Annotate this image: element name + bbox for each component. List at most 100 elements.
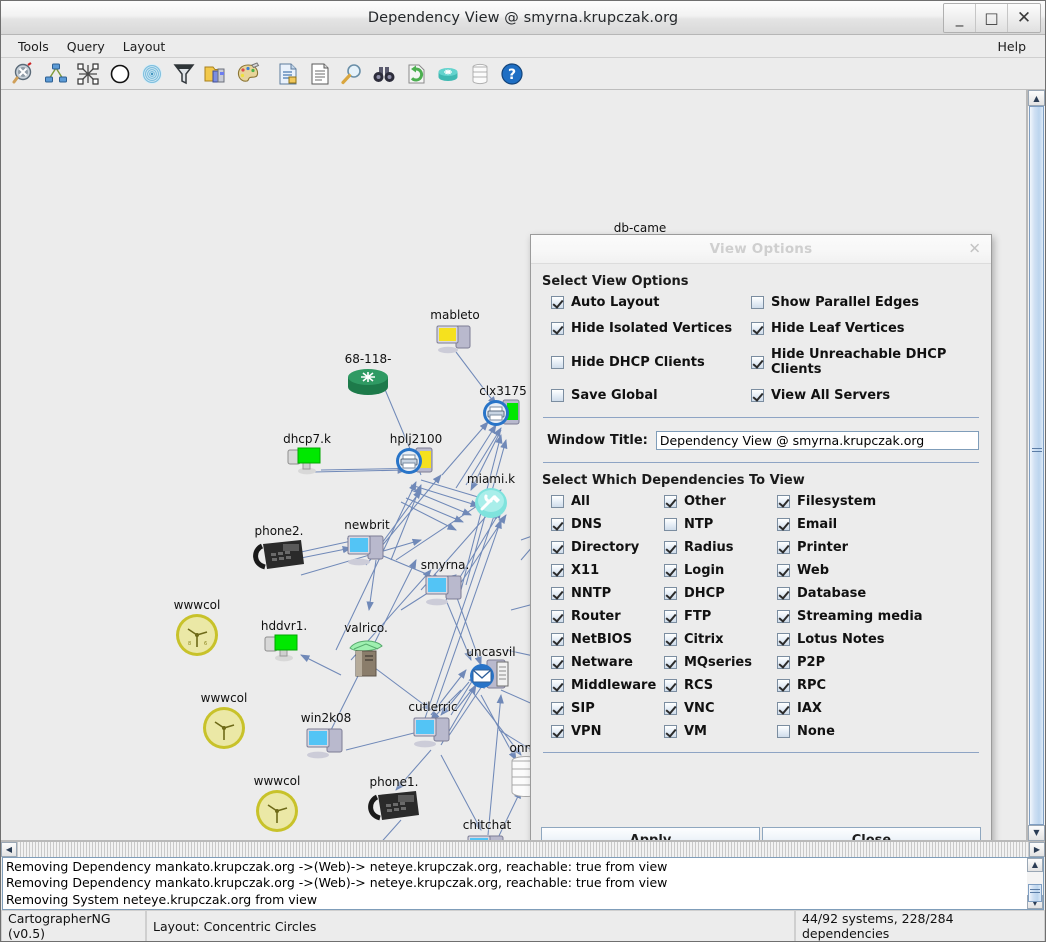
report-icon[interactable]	[273, 60, 303, 88]
checkbox-box[interactable]	[551, 564, 564, 577]
graph-node[interactable]: wwwcol	[254, 788, 300, 838]
document-icon[interactable]	[305, 60, 335, 88]
checkbox-box[interactable]	[777, 656, 790, 669]
checkbox-box[interactable]	[664, 633, 677, 646]
graph-node[interactable]: hddvr1.	[262, 633, 306, 667]
menu-layout[interactable]: Layout	[114, 37, 175, 56]
scroll-down-icon[interactable]: ▼	[1028, 825, 1045, 841]
checkbox-box[interactable]	[777, 495, 790, 508]
checkbox-box[interactable]	[751, 322, 764, 335]
checkbox-box[interactable]	[551, 356, 564, 369]
graph-node[interactable]: wwwcol	[201, 705, 247, 755]
checkbox-printer[interactable]: Printer	[777, 540, 981, 555]
checkbox-p2p[interactable]: P2P	[777, 655, 981, 670]
checkbox-email[interactable]: Email	[777, 517, 981, 532]
checkbox-vnc[interactable]: VNC	[664, 701, 777, 716]
close-button[interactable]: ✕	[1008, 4, 1040, 32]
checkbox-box[interactable]	[551, 587, 564, 600]
checkbox-box[interactable]	[777, 587, 790, 600]
graph-node[interactable]: newbrit	[345, 532, 389, 572]
checkbox-none[interactable]: None	[777, 724, 981, 739]
checkbox-filesystem[interactable]: Filesystem	[777, 494, 981, 509]
apply-button[interactable]: Apply	[541, 827, 760, 841]
checkbox-box[interactable]	[777, 541, 790, 554]
binoculars-icon[interactable]	[369, 60, 399, 88]
checkbox-box[interactable]	[751, 356, 764, 369]
checkbox-hide-unreachable-dhcp-clients[interactable]: Hide Unreachable DHCP Clients	[751, 347, 981, 377]
scroll-track-horizontal[interactable]	[17, 842, 1029, 857]
checkbox-box[interactable]	[664, 518, 677, 531]
checkbox-save-global[interactable]: Save Global	[551, 388, 751, 403]
refresh-page-icon[interactable]	[401, 60, 431, 88]
palette-icon[interactable]	[233, 60, 263, 88]
checkbox-web[interactable]: Web	[777, 563, 981, 578]
checkbox-box[interactable]	[664, 587, 677, 600]
checkbox-database[interactable]: Database	[777, 586, 981, 601]
checkbox-box[interactable]	[551, 296, 564, 309]
graph-node[interactable]: hplj2100	[394, 446, 438, 482]
checkbox-box[interactable]	[777, 610, 790, 623]
log-scroll-up-icon[interactable]: ▲	[1027, 858, 1043, 872]
window-title-input[interactable]	[656, 431, 979, 450]
layout-grid-icon[interactable]	[73, 60, 103, 88]
checkbox-streaming-media[interactable]: Streaming media	[777, 609, 981, 624]
graph-node[interactable]: dhcp7.k	[285, 446, 329, 480]
scroll-up-icon[interactable]: ▲	[1028, 90, 1045, 106]
checkbox-box[interactable]	[551, 495, 564, 508]
checkbox-box[interactable]	[664, 679, 677, 692]
log-panel[interactable]: Removing Dependency mankato.krupczak.org…	[2, 857, 1044, 911]
discover-icon[interactable]	[9, 60, 39, 88]
checkbox-view-all-servers[interactable]: View All Servers	[751, 388, 981, 403]
checkbox-hide-isolated-vertices[interactable]: Hide Isolated Vertices	[551, 321, 751, 336]
checkbox-box[interactable]	[751, 296, 764, 309]
checkbox-box[interactable]	[551, 656, 564, 669]
graph-node[interactable]: cutlerric	[411, 714, 455, 754]
graph-node[interactable]: clx3175	[481, 398, 525, 434]
canvas-vertical-scrollbar[interactable]: ▲ ▼	[1027, 90, 1045, 841]
checkbox-directory[interactable]: Directory	[551, 540, 664, 555]
checkbox-box[interactable]	[777, 633, 790, 646]
log-scroll-thumb[interactable]	[1028, 884, 1042, 902]
folder-data-icon[interactable]	[201, 60, 231, 88]
graph-node[interactable]: miami.k	[473, 486, 509, 524]
view-options-dialog[interactable]: View Options ✕ Select View Options Auto …	[530, 234, 992, 841]
checkbox-box[interactable]	[551, 679, 564, 692]
checkbox-box[interactable]	[551, 518, 564, 531]
checkbox-auto-layout[interactable]: Auto Layout	[551, 295, 751, 310]
graph-node[interactable]: phone2.	[251, 538, 307, 578]
minimize-button[interactable]: _	[944, 4, 976, 32]
checkbox-box[interactable]	[551, 725, 564, 738]
checkbox-box[interactable]	[664, 725, 677, 738]
checkbox-box[interactable]	[777, 518, 790, 531]
help-icon[interactable]: ?	[497, 60, 527, 88]
checkbox-radius[interactable]: Radius	[664, 540, 777, 555]
dialog-close-icon[interactable]: ✕	[968, 242, 981, 257]
checkbox-box[interactable]	[664, 564, 677, 577]
checkbox-box[interactable]	[777, 564, 790, 577]
checkbox-box[interactable]	[551, 610, 564, 623]
checkbox-box[interactable]	[551, 541, 564, 554]
checkbox-x11[interactable]: X11	[551, 563, 664, 578]
checkbox-login[interactable]: Login	[664, 563, 777, 578]
checkbox-other[interactable]: Other	[664, 494, 777, 509]
checkbox-netware[interactable]: Netware	[551, 655, 664, 670]
checkbox-rcs[interactable]: RCS	[664, 678, 777, 693]
magnifier-icon[interactable]	[337, 60, 367, 88]
graph-node[interactable]: phone1.	[366, 789, 422, 829]
scroll-right-icon[interactable]: ▶	[1029, 842, 1045, 857]
menu-tools[interactable]: Tools	[9, 37, 58, 56]
checkbox-box[interactable]	[751, 389, 764, 402]
log-vertical-scrollbar[interactable]: ▲ ▼	[1027, 858, 1043, 910]
circle-layout-icon[interactable]	[105, 60, 135, 88]
checkbox-middleware[interactable]: Middleware	[551, 678, 664, 693]
canvas-horizontal-scrollbar[interactable]: ◀ ▶	[1, 841, 1045, 857]
checkbox-rpc[interactable]: RPC	[777, 678, 981, 693]
menu-query[interactable]: Query	[58, 37, 114, 56]
checkbox-hide-dhcp-clients[interactable]: Hide DHCP Clients	[551, 347, 751, 377]
checkbox-all[interactable]: All	[551, 494, 664, 509]
checkbox-citrix[interactable]: Citrix	[664, 632, 777, 647]
checkbox-box[interactable]	[777, 679, 790, 692]
graph-node[interactable]: valrico.	[346, 635, 386, 683]
checkbox-ftp[interactable]: FTP	[664, 609, 777, 624]
checkbox-box[interactable]	[551, 702, 564, 715]
